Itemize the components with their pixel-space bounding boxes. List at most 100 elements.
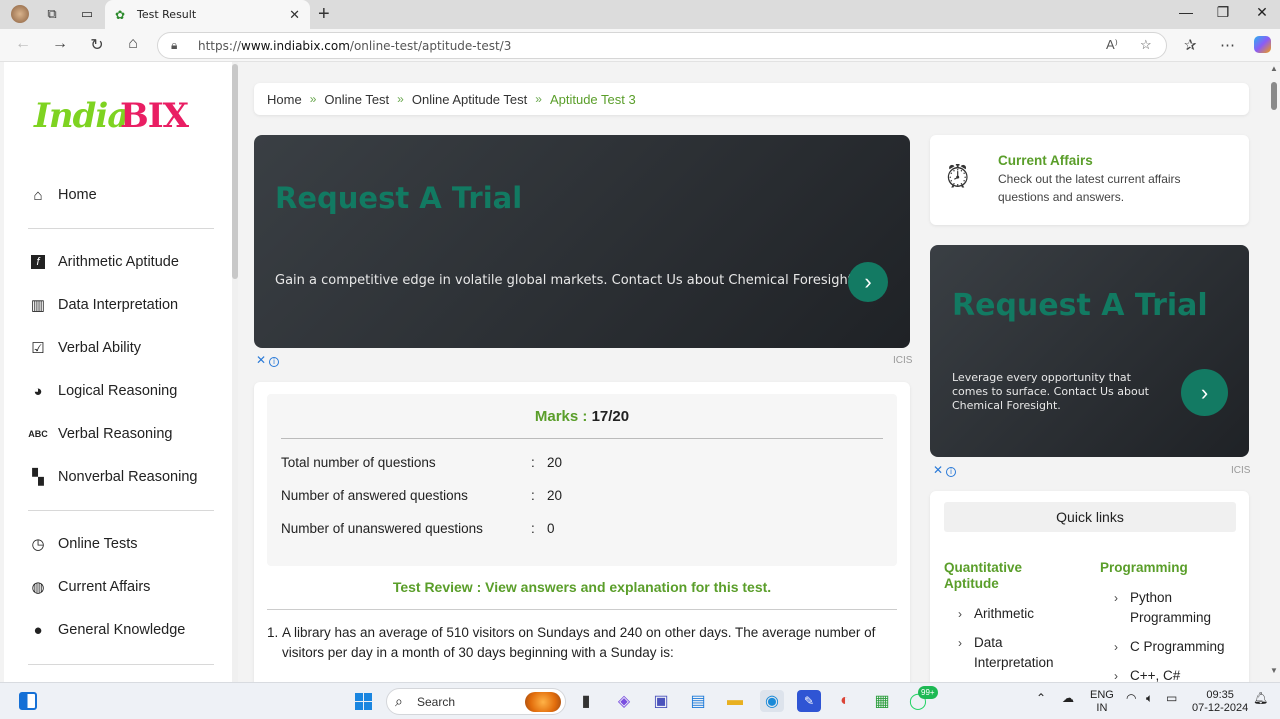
back-icon[interactable]: ← [13,35,33,53]
battery-icon[interactable]: ▭ [1166,692,1177,705]
sidebar-scrollbar[interactable] [232,62,238,682]
notification-badge: 99+ [918,686,938,699]
url-text[interactable]: https://www.indiabix.com/online-test/apt… [198,39,511,53]
home-nav-icon[interactable]: ⌂ [123,35,143,53]
address-bar[interactable]: 🔒︎ https://www.indiabix.com/online-test/… [157,32,1167,59]
page-scroll-thumb[interactable] [1271,82,1277,110]
clock[interactable]: 09:35 07-12-2024 [1192,689,1248,715]
ad-text: Leverage every opportunity that comes to… [952,371,1149,412]
browser-toolbar: ← → ↻ ⌂ 🔒︎ https://www.indiabix.com/onli… [0,29,1280,62]
taskbar-search[interactable]: ⌕ Search [386,688,566,715]
language-indicator[interactable]: ENG IN [1090,689,1114,715]
volume-icon[interactable]: 🔈︎ [1146,692,1153,705]
head-icon: ● [33,621,43,639]
windows-taskbar: ⌕ Search ▮ ◈ ▣ ▤ ▬ ◉ ✎ ◐ ▦ ◯ 99+ ⌃ ☁ ENG… [0,682,1280,719]
current-affairs-title[interactable]: Current Affairs [998,153,1093,168]
chevron-right-icon: › [1114,640,1118,654]
ad-info-icon[interactable]: i [269,357,280,367]
ad-info-icon[interactable]: i [946,467,957,477]
breadcrumb-home[interactable]: Home [267,92,302,107]
read-aloud-icon[interactable]: A⁾ [1106,37,1118,53]
edge-icon[interactable]: ◉ [760,690,784,712]
store-icon[interactable]: ▤ [686,690,710,712]
ad-arrow-icon[interactable]: › [1181,369,1228,416]
tab-test-result[interactable]: ✿ Test Result ✕ [105,0,310,29]
logic-icon: ◕ [33,382,43,400]
window-close-icon[interactable]: ✕ [1252,4,1272,21]
lock-icon[interactable]: 🔒︎ [171,38,177,53]
file-explorer-icon[interactable]: ▬ [723,690,747,712]
test-review-link[interactable]: Test Review : View answers and explanati… [254,579,910,595]
sidebar-item-home[interactable]: ⌂ Home [28,180,96,210]
more-menu-icon[interactable]: ⋯ [1220,36,1235,54]
copilot-icon[interactable] [1254,36,1271,53]
alarm-clock-icon: ⏰︎ [946,161,970,194]
teams-icon[interactable]: ▣ [649,690,673,712]
favorite-star-icon[interactable]: ☆ [1140,37,1152,53]
quick-link-c-programming[interactable]: › C Programming [1114,637,1225,657]
quick-link-cpp-csharp[interactable]: › C++, C# [1114,666,1180,682]
clock-icon: ◷ [31,536,45,553]
page-scrollbar[interactable]: ▲ ▼ [1268,62,1280,682]
widgets-icon[interactable] [16,690,40,712]
wifi-icon[interactable]: ◠ [1126,692,1136,705]
refresh-icon[interactable]: ↻ [87,35,107,55]
ad-close-icon[interactable]: ✕ [256,353,266,367]
sidebar-item-verbal-reasoning[interactable]: ABC Verbal Reasoning [28,419,172,449]
sidebar-item-arithmetic-aptitude[interactable]: f Arithmetic Aptitude [28,247,179,277]
current-affairs-card[interactable]: ⏰︎ Current Affairs Check out the latest … [930,135,1249,225]
search-highlight-image [525,692,561,712]
ad-banner-main[interactable]: Request A Trial Gain a competitive edge … [254,135,910,348]
verbal-icon: ☑ [31,340,45,357]
app-green-icon[interactable]: ▦ [870,690,894,712]
sidebar-item-nonverbal-reasoning[interactable]: ▚ Nonverbal Reasoning [28,462,197,492]
sidebar-item-general-knowledge[interactable]: ● General Knowledge [28,615,185,645]
quick-link-data-interpretation[interactable]: › Data Interpretation [958,633,1074,673]
profile-avatar-icon[interactable] [10,5,30,23]
show-hidden-icons-icon[interactable]: ⌃ [1036,692,1046,705]
workspaces-icon[interactable]: ⧉ [42,5,62,23]
tab-actions-icon[interactable]: ▭ [77,5,97,23]
minimize-icon[interactable]: — [1176,4,1196,20]
quantitative-aptitude-title[interactable]: Quantitative Aptitude [944,560,1064,592]
favorites-icon[interactable]: ✰ [1184,36,1197,54]
breadcrumb-online-aptitude-test[interactable]: Online Aptitude Test [412,92,527,107]
forward-icon[interactable]: → [50,35,70,53]
start-icon[interactable] [351,690,375,712]
app-icon[interactable]: ✎ [797,690,821,712]
ad-choices[interactable]: ✕ i [933,463,957,477]
programming-title[interactable]: Programming [1100,560,1188,576]
maximize-icon[interactable]: ❐ [1213,4,1233,21]
ad-banner-side[interactable]: Request A Trial Leverage every opportuni… [930,245,1249,457]
chrome-icon[interactable]: ◐ [833,690,857,712]
sidebar-item-data-interpretation[interactable]: ▥ Data Interpretation [28,290,178,320]
task-view-icon[interactable]: ▮ [574,690,598,712]
ad-close-icon[interactable]: ✕ [933,463,943,477]
sidebar-divider [28,510,214,511]
ad-heading: Request A Trial [952,288,1208,323]
indiabix-logo[interactable]: India BIX [34,94,204,144]
ad-brand: ICIS [1231,465,1251,476]
breadcrumb-separator-icon: » [397,92,404,106]
quick-link-python[interactable]: › Python Programming [1114,588,1230,628]
breadcrumb-online-test[interactable]: Online Test [324,92,389,107]
tab-close-icon[interactable]: ✕ [289,7,300,23]
sidebar-item-online-tests[interactable]: ◷ Online Tests [28,529,137,559]
copilot-app-icon[interactable]: ◈ [612,690,636,712]
quick-link-arithmetic[interactable]: › Arithmetic [958,604,1034,624]
notifications-bell-icon[interactable]: 🔔︎ [1253,692,1268,705]
chevron-right-icon: › [1114,591,1118,605]
ad-arrow-icon[interactable]: › [848,262,888,302]
question-text: A library has an average of 510 visitors… [282,625,876,660]
sidebar-scroll-thumb[interactable] [232,64,238,279]
globe-icon: ◍ [31,579,45,596]
sidebar-item-current-affairs[interactable]: ◍ Current Affairs [28,572,150,602]
new-tab-icon[interactable]: + [318,3,330,26]
scroll-down-icon[interactable]: ▼ [1270,666,1278,675]
scroll-up-icon[interactable]: ▲ [1270,64,1278,73]
sidebar-item-logical-reasoning[interactable]: ◕ Logical Reasoning [28,376,177,406]
ad-choices[interactable]: ✕ i [256,353,280,367]
sidebar-item-verbal-ability[interactable]: ☑ Verbal Ability [28,333,141,363]
chevron-right-icon: › [958,636,962,650]
onedrive-icon[interactable]: ☁ [1062,692,1074,705]
